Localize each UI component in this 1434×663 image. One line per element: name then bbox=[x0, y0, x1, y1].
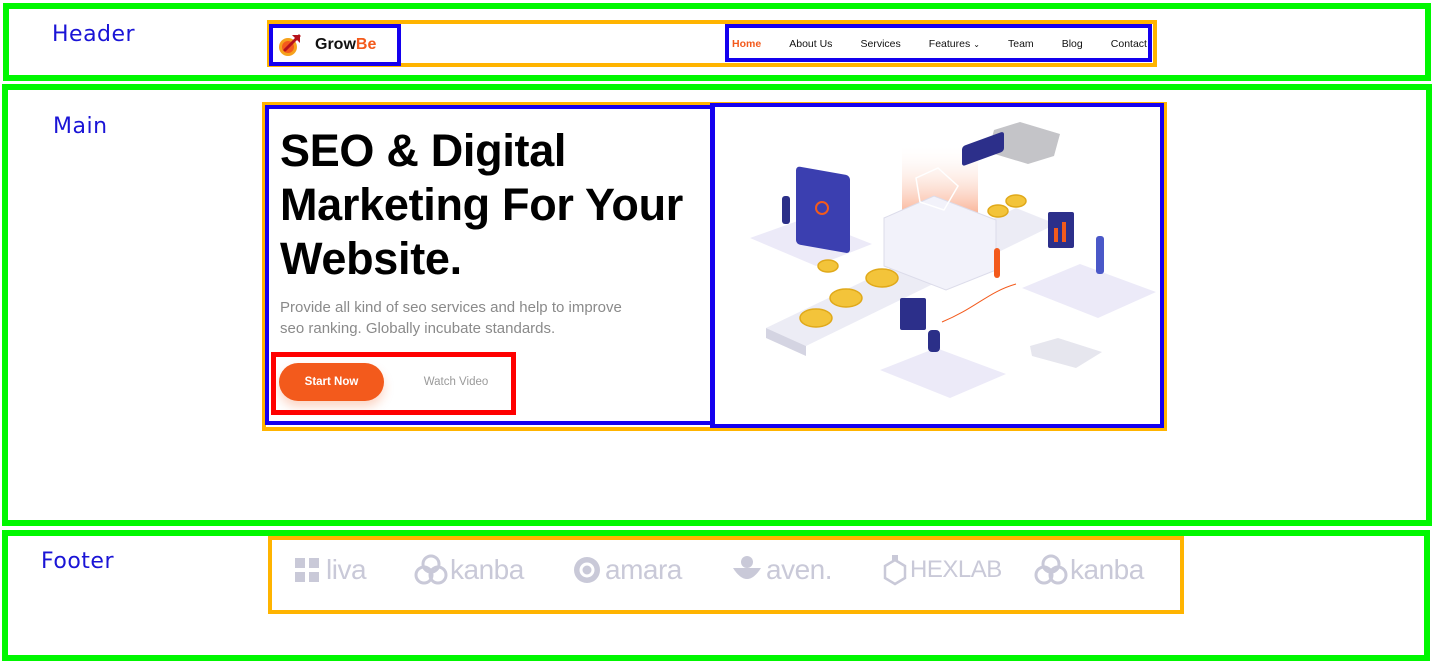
brand-logo-amara: amara bbox=[572, 540, 682, 600]
monitor-screen bbox=[900, 298, 926, 330]
hero-title-line-3: Website. bbox=[280, 233, 462, 284]
nav-item-blog[interactable]: Blog bbox=[1062, 38, 1083, 50]
nav-item-team[interactable]: Team bbox=[1008, 38, 1034, 50]
person-icon bbox=[782, 196, 790, 224]
brand-name: amara bbox=[605, 554, 682, 585]
coin bbox=[799, 308, 833, 328]
kanba-icon bbox=[414, 554, 448, 585]
rocket-arrow-icon bbox=[279, 34, 301, 56]
chart-panel-left bbox=[796, 166, 850, 253]
bar bbox=[1062, 222, 1066, 242]
nav-item-features-label: Features bbox=[928, 38, 971, 50]
brand-logo-kanba: kanba bbox=[414, 540, 524, 600]
hero-title-line-2: Marketing For Your bbox=[280, 179, 683, 230]
brand-logo-aven: aven. bbox=[730, 540, 833, 600]
coin bbox=[829, 288, 863, 308]
chart-panel-right bbox=[1048, 212, 1074, 248]
coin bbox=[987, 204, 1009, 218]
brand-logo-liva: liva bbox=[292, 540, 367, 600]
hexlab-icon bbox=[883, 555, 907, 586]
brand-name: kanba bbox=[1070, 554, 1144, 585]
brand-logo[interactable]: GrowBe bbox=[271, 26, 397, 63]
nav-item-contact[interactable]: Contact bbox=[1111, 38, 1147, 50]
liva-icon bbox=[295, 558, 319, 582]
nav-item-features[interactable]: Features ⌄ bbox=[929, 38, 980, 50]
floating-tile-bottom bbox=[1030, 338, 1102, 368]
main-region-label: Main bbox=[53, 114, 108, 139]
person-icon bbox=[994, 248, 1000, 278]
brand-name: liva bbox=[326, 554, 367, 585]
footer-region-label: Footer bbox=[41, 549, 114, 574]
hero-title-line-1: SEO & Digital bbox=[280, 125, 567, 176]
person-icon bbox=[928, 330, 940, 352]
brand-name: aven. bbox=[766, 554, 833, 585]
start-now-button[interactable]: Start Now bbox=[279, 363, 384, 401]
control-screen bbox=[962, 132, 1004, 166]
coin bbox=[1005, 194, 1027, 208]
brand-logo-hexlab: HEXLAB bbox=[882, 540, 1002, 600]
hero-subtitle-line-2: seo ranking. Globally incubate standards… bbox=[280, 320, 556, 337]
chevron-down-icon: ⌄ bbox=[973, 40, 980, 49]
hero-subtitle: Provide all kind of seo services and hel… bbox=[280, 297, 660, 339]
brand-name: kanba bbox=[450, 554, 524, 585]
header-region-label: Header bbox=[52, 22, 136, 47]
amara-icon bbox=[574, 557, 600, 583]
aven-icon bbox=[733, 556, 761, 579]
person-icon bbox=[1096, 236, 1104, 274]
bar bbox=[1054, 228, 1058, 242]
hero-subtitle-line-1: Provide all kind of seo services and hel… bbox=[280, 299, 622, 316]
brand-logo-kanba-2: kanba bbox=[1034, 540, 1144, 600]
brand-name: GrowBe bbox=[315, 35, 377, 53]
main-navigation: Home About Us Services Features ⌄ Team Bl… bbox=[729, 27, 1150, 61]
nav-item-home[interactable]: Home bbox=[732, 38, 761, 50]
brand-logo-strip: liva kanba amara aven. HEXLAB kanba bbox=[272, 540, 1180, 610]
hero-title: SEO & Digital Marketing For Your Website… bbox=[280, 124, 710, 286]
brand-name: HEXLAB bbox=[910, 556, 1002, 583]
isometric-seo-illustration bbox=[750, 122, 1156, 398]
right-platform bbox=[1022, 264, 1156, 318]
bottom-platform bbox=[880, 348, 1006, 398]
nav-item-services[interactable]: Services bbox=[860, 38, 900, 50]
watch-video-button[interactable]: Watch Video bbox=[406, 363, 506, 401]
coin bbox=[817, 259, 839, 273]
nav-item-about-us[interactable]: About Us bbox=[789, 38, 832, 50]
connection-line bbox=[941, 283, 1017, 323]
kanba-icon bbox=[1034, 554, 1068, 585]
coin bbox=[865, 268, 899, 288]
